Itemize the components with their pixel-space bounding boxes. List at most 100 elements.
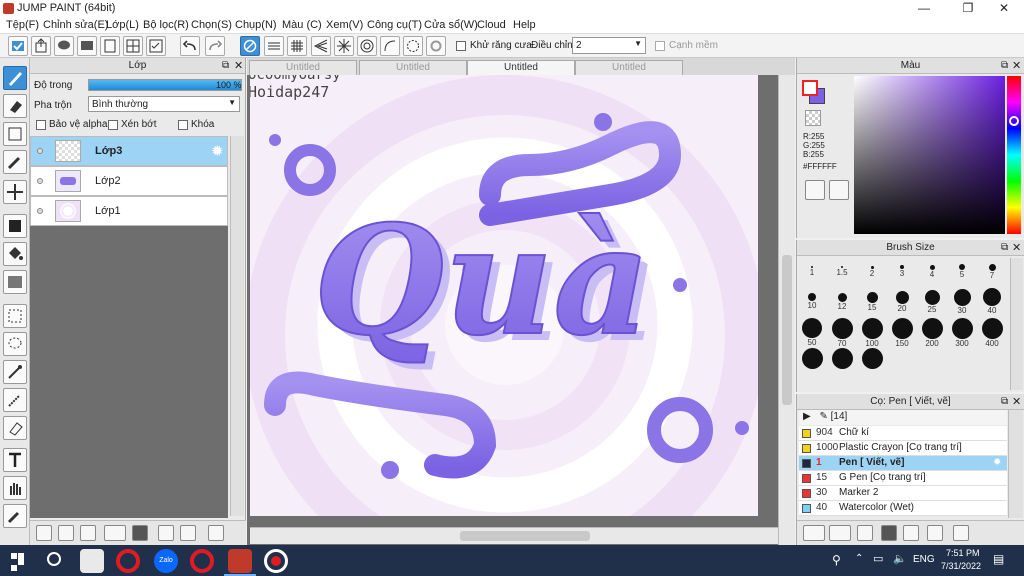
- sharp-checkbox[interactable]: [655, 41, 665, 51]
- brush-scrollbar[interactable]: [1010, 258, 1023, 390]
- gradient-icon[interactable]: [3, 270, 27, 294]
- brush-size-option[interactable]: 1: [797, 258, 827, 288]
- delete-layer-icon[interactable]: [208, 525, 224, 541]
- notification-icon[interactable]: ▤: [993, 552, 1004, 566]
- canvas-horizontal-scrollbar[interactable]: [250, 527, 778, 544]
- visibility-icon[interactable]: [37, 148, 43, 154]
- brush-size-option[interactable]: 2: [857, 258, 887, 288]
- clip-checkbox[interactable]: [108, 120, 118, 130]
- select-pen-icon[interactable]: [3, 388, 27, 412]
- panel-close-icon[interactable]: ✕: [1012, 395, 1021, 408]
- select-eraser-icon[interactable]: [3, 416, 27, 440]
- brush-size-option[interactable]: [857, 348, 887, 378]
- jump-paint-taskbar-icon[interactable]: [228, 549, 252, 573]
- tool-menu-icon[interactable]: [829, 525, 851, 541]
- add-layer-menu-icon[interactable]: [104, 525, 126, 541]
- brush-blend-icon[interactable]: [3, 150, 27, 174]
- select-rect-icon[interactable]: [3, 122, 27, 146]
- curve-ruler-icon[interactable]: [380, 36, 400, 56]
- menu-layer[interactable]: Lớp(L): [106, 19, 139, 31]
- brush-size-option[interactable]: 1.5: [827, 258, 857, 288]
- tool-preset-row[interactable]: 30 Marker 2: [799, 486, 1007, 501]
- tool-preset-row[interactable]: 15 G Pen [Cọ trang trí]: [799, 471, 1007, 486]
- menu-file[interactable]: Tệp(F): [6, 19, 39, 31]
- brush-size-option[interactable]: [827, 348, 857, 378]
- language-indicator[interactable]: ENG: [913, 554, 935, 565]
- brush-size-option[interactable]: 10: [797, 288, 827, 318]
- visibility-icon[interactable]: [37, 178, 43, 184]
- record-app-icon[interactable]: [264, 549, 288, 573]
- grid-icon[interactable]: [123, 36, 143, 56]
- tool-preset-row[interactable]: 40 Watercolor (Wet): [799, 501, 1007, 516]
- tool-new-icon[interactable]: [857, 525, 873, 541]
- tab-untitled[interactable]: Untitled: [359, 60, 467, 75]
- clock-date[interactable]: 7/31/2022: [941, 561, 981, 571]
- brush-size-option[interactable]: 15: [857, 288, 887, 318]
- tab-untitled[interactable]: Untitled: [249, 60, 357, 75]
- magic-wand-icon[interactable]: [3, 360, 27, 384]
- tool-folder-icon[interactable]: [881, 525, 897, 541]
- minimize-icon[interactable]: —: [904, 0, 944, 17]
- brush-size-option[interactable]: 40: [977, 288, 1007, 318]
- no-select-icon[interactable]: [240, 36, 260, 56]
- layer-scrollbar[interactable]: [230, 136, 244, 516]
- layer-row[interactable]: Lớp2: [30, 166, 228, 196]
- folder-icon[interactable]: [132, 525, 148, 541]
- menu-help[interactable]: Help: [513, 19, 536, 31]
- settings-gear-icon[interactable]: [426, 36, 446, 56]
- panel-close-icon[interactable]: ✕: [234, 59, 243, 72]
- network-icon[interactable]: ▭: [873, 552, 883, 565]
- brush-size-option[interactable]: 200: [917, 318, 947, 348]
- checklist-icon[interactable]: [146, 36, 166, 56]
- opera-icon[interactable]: [116, 549, 140, 573]
- lock-checkbox[interactable]: [178, 120, 188, 130]
- zalo-icon[interactable]: Zalo: [154, 549, 178, 573]
- blend-mode-select[interactable]: Bình thường ▼: [88, 96, 240, 112]
- lasso-icon[interactable]: [3, 332, 27, 356]
- brush-size-option[interactable]: 70: [827, 318, 857, 348]
- task-app-icon[interactable]: [80, 549, 104, 573]
- panel-popout-icon[interactable]: ⧉: [222, 60, 229, 71]
- tool-add-icon[interactable]: [803, 525, 825, 541]
- horizontal-scroll-thumb[interactable]: [460, 531, 590, 541]
- hue-slider-handle[interactable]: [1009, 116, 1019, 126]
- eyedropper-icon[interactable]: [3, 504, 27, 528]
- brush-size-option[interactable]: 12: [827, 288, 857, 318]
- transparent-color-swatch[interactable]: [805, 110, 821, 126]
- panel-popout-icon[interactable]: ⧉: [1001, 60, 1008, 71]
- comment-icon[interactable]: [54, 36, 74, 56]
- panel-popout-icon[interactable]: ⧉: [1001, 396, 1008, 407]
- new-layer-1bit-icon[interactable]: [80, 525, 96, 541]
- brush-size-option[interactable]: 20: [887, 288, 917, 318]
- brush-size-option[interactable]: 300: [947, 318, 977, 348]
- menu-color[interactable]: Màu (C): [282, 19, 322, 31]
- close-icon[interactable]: ✕: [984, 0, 1024, 17]
- panel-popout-icon[interactable]: ⧉: [1001, 242, 1008, 253]
- palette-settings-icon[interactable]: [829, 180, 849, 200]
- text-icon[interactable]: [3, 448, 27, 472]
- menu-select[interactable]: Chọn(S): [191, 19, 232, 31]
- export-icon[interactable]: [31, 36, 51, 56]
- merge-layer-icon[interactable]: [180, 525, 196, 541]
- duplicate-layer-icon[interactable]: [158, 525, 174, 541]
- brush-size-option[interactable]: 3: [887, 258, 917, 288]
- canvas-vertical-scrollbar[interactable]: [778, 75, 795, 545]
- antialias-checkbox[interactable]: [456, 41, 466, 51]
- primary-color-swatch[interactable]: [802, 80, 818, 96]
- tool-list-scrollbar[interactable]: [1008, 410, 1023, 518]
- hue-slider[interactable]: [1007, 76, 1021, 234]
- saturation-value-picker[interactable]: [854, 76, 1005, 234]
- new-layer-icon[interactable]: [36, 525, 52, 541]
- canvas-icon[interactable]: [8, 36, 28, 56]
- drawing-canvas[interactable]: Quà Quà ocoomyoarsy Hoidap247: [250, 75, 758, 516]
- panel-close-icon[interactable]: ✕: [1012, 59, 1021, 72]
- tool-delete-icon[interactable]: [953, 525, 969, 541]
- tool-preset-row[interactable]: 1000 Plastic Crayon [Cọ trang trí]: [799, 441, 1007, 456]
- tool-preset-row[interactable]: 1 Pen [ Viết, vẽ] ✹: [799, 456, 1007, 471]
- chevron-up-icon[interactable]: ⌃: [855, 553, 863, 564]
- bucket-icon[interactable]: [3, 242, 27, 266]
- document-icon[interactable]: [100, 36, 120, 56]
- ellipse-ruler-icon[interactable]: [403, 36, 423, 56]
- menu-capture[interactable]: Chụp(N): [235, 19, 277, 31]
- menu-filter[interactable]: Bộ lọc(R): [143, 19, 189, 31]
